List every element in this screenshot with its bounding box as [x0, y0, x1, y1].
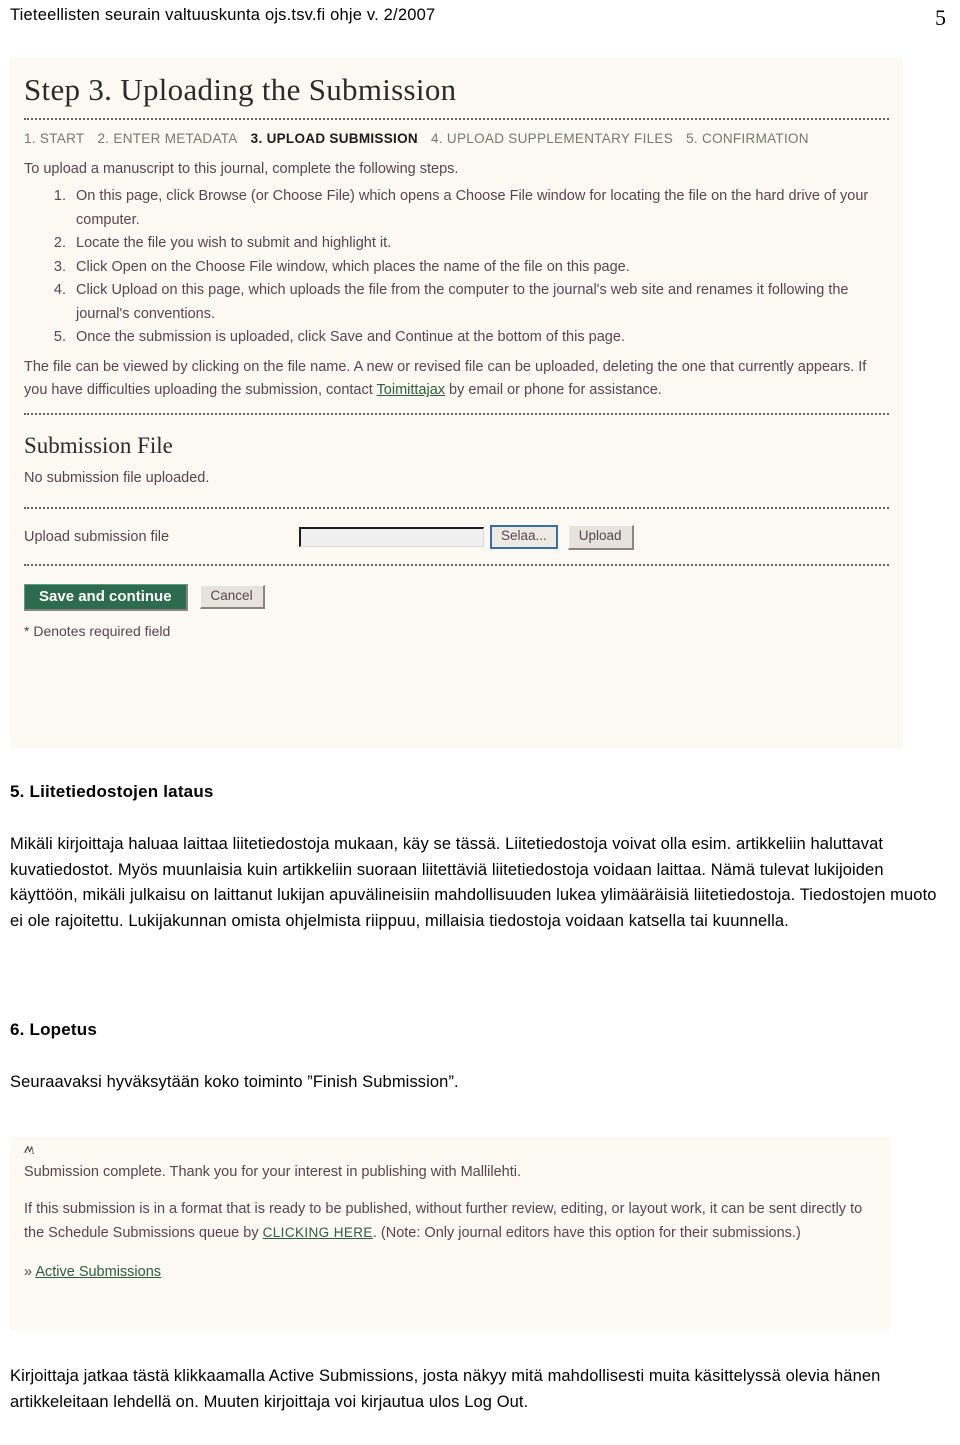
- section-5-line-6: riippuu, millaisia tiedostoja voidaan ka…: [365, 912, 789, 931]
- section-5-heading: 5. Liitetiedostojen lataus: [10, 782, 214, 801]
- breadcrumb-step-3: 3. UPLOAD SUBMISSION: [250, 130, 418, 146]
- section-5-paragraph: Mikäli kirjoittaja haluaa laittaa liitet…: [10, 832, 945, 935]
- divider-form-top: [24, 506, 889, 509]
- schedule-note-part2: . (Note: Only journal editors have this …: [372, 1224, 801, 1241]
- cancel-button[interactable]: Cancel: [199, 584, 265, 610]
- upload-file-row: Upload submission file Selaa... Upload: [24, 517, 889, 556]
- list-item: Once the submission is uploaded, click S…: [70, 326, 889, 349]
- divider-form-bottom: [24, 563, 889, 566]
- upload-intro-text: To upload a manuscript to this journal, …: [24, 160, 459, 177]
- section-5-line-1: Mikäli kirjoittaja haluaa laittaa liitet…: [10, 835, 608, 853]
- breadcrumb-step-2[interactable]: 2. ENTER METADATA: [97, 131, 237, 146]
- ojs-page-title: Step 3. Uploading the Submission: [24, 72, 457, 107]
- editor-contact-link[interactable]: Toimittajax: [377, 382, 446, 398]
- closing-line-3: kirjoittaja voi kirjautua ulos Log Out.: [263, 1392, 529, 1411]
- form-actions: Save and continue Cancel: [24, 574, 889, 615]
- screenshot-upload-submission: Step 3. Uploading the Submission 1. STAR…: [10, 58, 903, 748]
- file-path-input[interactable]: [299, 527, 484, 548]
- upload-file-label: Upload submission file: [24, 529, 170, 546]
- save-and-continue-button[interactable]: Save and continue: [24, 583, 188, 611]
- divider-mid: [24, 412, 889, 415]
- closing-paragraph: Kirjoittaja jatkaa tästä klikkaamalla Ac…: [10, 1364, 945, 1415]
- list-item: On this page, click Browse (or Choose Fi…: [70, 185, 889, 232]
- upload-button[interactable]: Upload: [567, 524, 634, 550]
- breadcrumb-step-4[interactable]: 4. UPLOAD SUPPLEMENTARY FILES: [431, 131, 673, 146]
- active-submissions-row: » Active Submissions: [24, 1261, 876, 1284]
- bullet-marker-icon: »: [24, 1264, 33, 1281]
- page-number: 5: [935, 5, 946, 30]
- breadcrumb-step-5[interactable]: 5. CONFIRMATION: [686, 131, 809, 146]
- breadcrumb-step-1[interactable]: 1. START: [24, 131, 84, 146]
- section-6-paragraph: Seuraavaksi hyväksytään koko toiminto ”F…: [10, 1073, 459, 1091]
- page-running-header: Tieteellisten seurain valtuuskunta ojs.t…: [10, 6, 946, 32]
- section-5-line-4: mikäli julkaisu on laittanut lukijan apu…: [82, 886, 690, 905]
- active-submissions-link[interactable]: Active Submissions: [35, 1264, 161, 1280]
- screenshot-submission-complete: ʍ Submission complete. Thank you for you…: [10, 1137, 890, 1330]
- list-item: Click Open on the Choose File window, wh…: [70, 256, 889, 279]
- divider-top: [24, 117, 889, 120]
- help-note-part2: by email or phone for assistance.: [445, 382, 662, 399]
- upload-steps-list: On this page, click Browse (or Choose Fi…: [24, 185, 889, 349]
- section-6-heading: 6. Lopetus: [10, 1020, 98, 1039]
- browse-button[interactable]: Selaa...: [490, 525, 558, 550]
- schedule-submissions-note: If this submission is in a format that i…: [24, 1198, 876, 1245]
- required-field-note: * Denotes required field: [24, 622, 171, 639]
- submission-file-heading: Submission File: [24, 432, 173, 458]
- closing-line-1: Kirjoittaja jatkaa tästä klikkaamalla Ac…: [10, 1367, 543, 1385]
- no-submission-file-text: No submission file uploaded.: [24, 470, 210, 487]
- submission-breadcrumb: 1. START 2. ENTER METADATA 3. UPLOAD SUB…: [24, 128, 889, 152]
- list-item: Click Upload on this page, which uploads…: [70, 279, 889, 326]
- list-item: Locate the file you wish to submit and h…: [70, 232, 889, 255]
- upload-help-note: The file can be viewed by clicking on th…: [24, 356, 889, 403]
- running-title: Tieteellisten seurain valtuuskunta ojs.t…: [10, 6, 436, 24]
- submission-complete-message: Submission complete. Thank you for your …: [24, 1164, 522, 1180]
- clicking-here-link[interactable]: CLICKING HERE: [263, 1225, 373, 1240]
